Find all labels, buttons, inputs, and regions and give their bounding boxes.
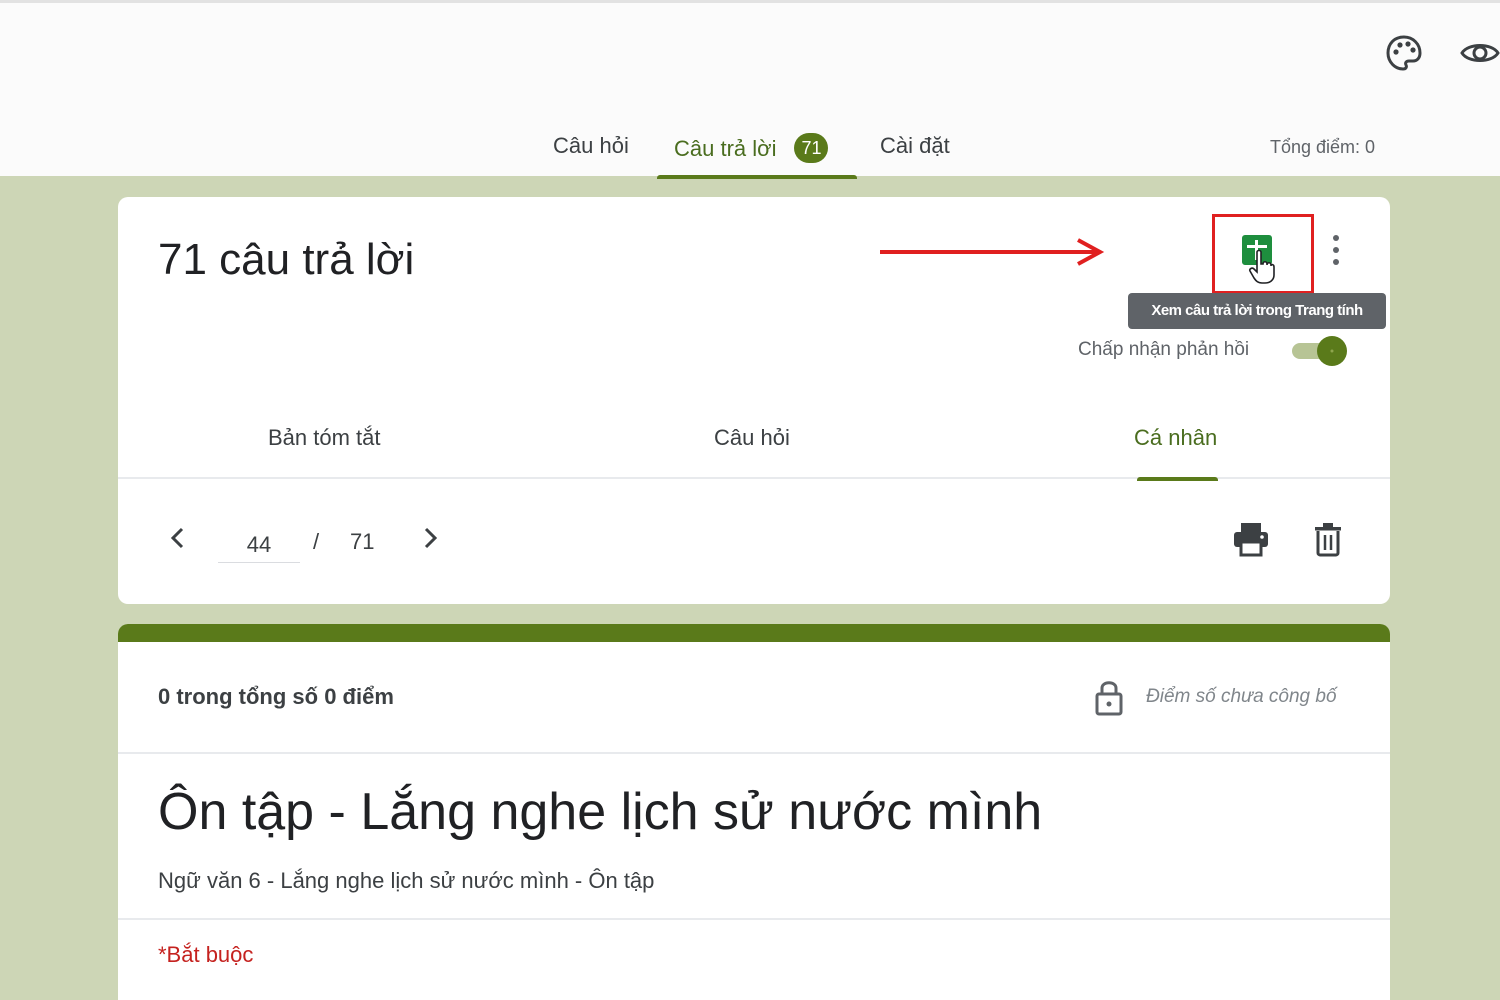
tab-responses-label: Câu trả lời [674, 136, 777, 161]
tab-responses[interactable]: Câu trả lời 71 [657, 133, 857, 179]
accept-responses-toggle[interactable] [1288, 333, 1352, 369]
form-description: Ngữ văn 6 - Lắng nghe lịch sử nước mình … [158, 868, 655, 893]
accept-responses-label: Chấp nhận phản hồi [1078, 339, 1250, 360]
divider [118, 918, 1390, 920]
eye-icon[interactable] [1460, 33, 1500, 73]
trash-icon[interactable] [1314, 521, 1342, 557]
page-separator: / [313, 529, 320, 554]
required-note: *Bắt buộc [158, 942, 254, 967]
page-number-input[interactable] [218, 527, 300, 563]
tab-questions[interactable]: Câu hỏi [553, 133, 629, 179]
responses-count-badge: 71 [794, 133, 829, 163]
print-icon[interactable] [1232, 521, 1270, 557]
responses-subtabs: Bản tóm tắt Câu hỏi Cá nhân [118, 417, 1390, 481]
arrow-annotation-icon [880, 238, 1105, 266]
divider [118, 752, 1390, 754]
chevron-left-icon[interactable] [166, 525, 190, 551]
page-total: 71 [350, 529, 375, 554]
responses-card: 71 câu trả lời Xem câu trả lời trong Tra… [118, 197, 1390, 604]
tab-individual[interactable]: Cá nhân [1134, 425, 1218, 481]
tab-settings[interactable]: Cài đặt [880, 133, 950, 179]
top-bar: Câu hỏi Câu trả lời 71 Cài đặt Tổng điểm:… [0, 0, 1500, 179]
tab-question[interactable]: Câu hỏi [714, 425, 790, 479]
form-card: 0 trong tổng số 0 điểm Điểm số chưa công… [118, 624, 1390, 1000]
score-status: Điểm số chưa công bố [1146, 686, 1337, 707]
more-vert-icon[interactable] [1328, 233, 1344, 267]
form-title: Ôn tập - Lắng nghe lịch sử nước mình [158, 783, 1043, 841]
score-text: 0 trong tổng số 0 điểm [158, 684, 394, 709]
tab-summary[interactable]: Bản tóm tắt [268, 425, 381, 479]
lock-icon [1095, 681, 1123, 716]
form-card-accent-bar [118, 624, 1390, 642]
sheets-tooltip: Xem câu trả lời trong Trang tính [1128, 293, 1386, 329]
responses-title: 71 câu trả lời [158, 235, 415, 284]
total-points: Tổng điểm: 0 [1270, 137, 1376, 157]
chevron-right-icon[interactable] [418, 525, 442, 551]
hand-cursor-icon [1249, 249, 1275, 284]
palette-icon[interactable] [1384, 33, 1424, 73]
response-pager: / 71 [118, 497, 1390, 577]
